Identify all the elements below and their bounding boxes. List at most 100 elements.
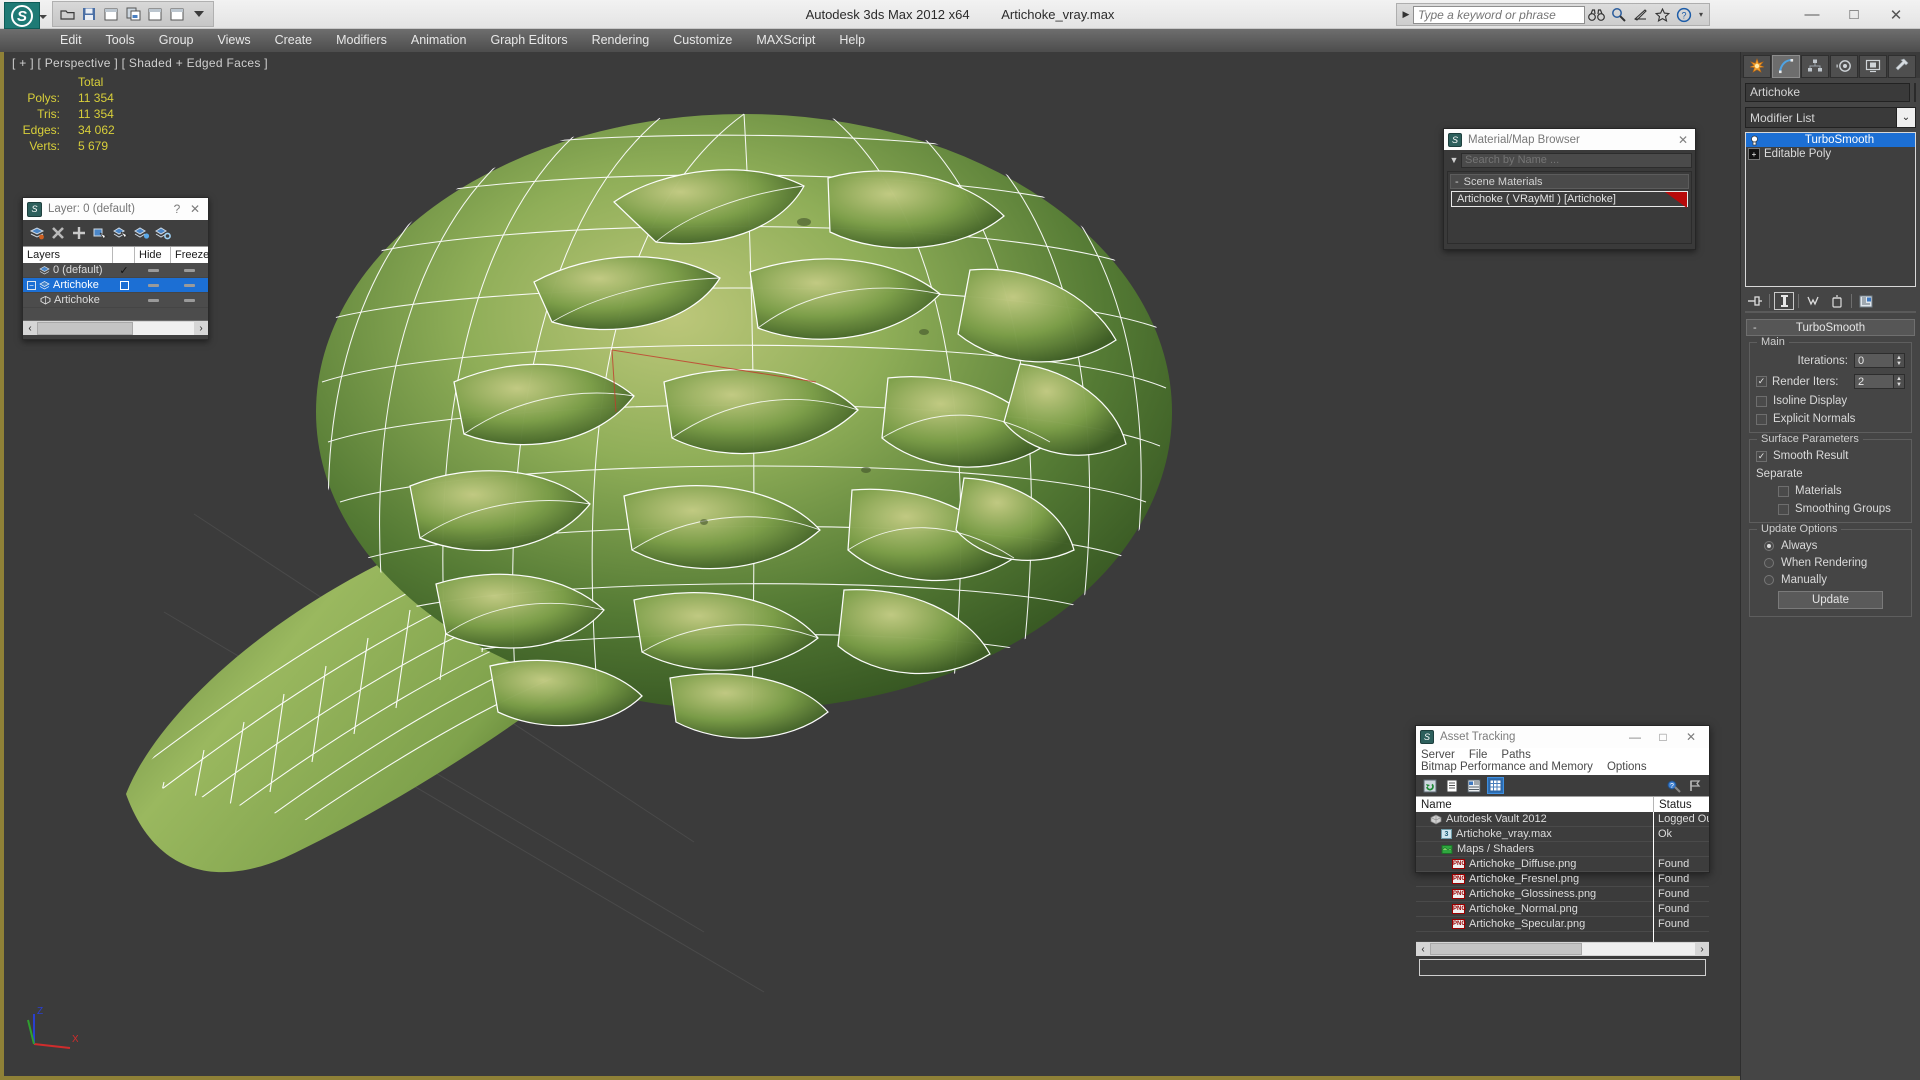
refresh-icon[interactable] bbox=[1421, 777, 1438, 794]
save-icon[interactable] bbox=[79, 4, 99, 24]
group-collapse-icon[interactable]: - bbox=[1455, 176, 1459, 188]
plus-box-icon[interactable]: + bbox=[1748, 148, 1760, 160]
layer-dialog-help-button[interactable]: ? bbox=[168, 202, 186, 216]
layer-hide-toggle[interactable] bbox=[135, 298, 171, 302]
explicit-normals-row[interactable]: Explicit Normals bbox=[1756, 413, 1905, 425]
scroll-track[interactable] bbox=[1430, 943, 1695, 955]
scroll-left-icon[interactable]: ‹ bbox=[23, 323, 37, 334]
rollout-collapse-icon[interactable]: - bbox=[1753, 322, 1757, 334]
layer-horizontal-scrollbar[interactable]: ‹ › bbox=[23, 320, 208, 335]
select-objects-icon[interactable] bbox=[91, 224, 109, 242]
menu-item-views[interactable]: Views bbox=[205, 29, 262, 52]
asset-row-diffuse[interactable]: PNG Artichoke_Diffuse.png Found bbox=[1416, 856, 1709, 872]
asset-row-glossiness[interactable]: PNG Artichoke_Glossiness.png Found bbox=[1416, 886, 1709, 902]
layer-expand-icon[interactable]: − bbox=[27, 280, 36, 290]
material-entry-artichoke[interactable]: Artichoke ( VRayMtl ) [Artichoke] bbox=[1451, 191, 1688, 208]
display-tab[interactable] bbox=[1859, 54, 1887, 78]
scroll-thumb[interactable] bbox=[37, 321, 133, 335]
spinner-buttons[interactable]: ▲ ▼ bbox=[1894, 374, 1905, 389]
update-manually-radio[interactable] bbox=[1764, 575, 1774, 585]
separate-smoothing-groups-checkbox[interactable] bbox=[1778, 503, 1789, 515]
panel1-icon[interactable] bbox=[145, 4, 165, 24]
menu-item-customize[interactable]: Customize bbox=[661, 29, 744, 52]
asset-close-button[interactable]: ✕ bbox=[1677, 730, 1705, 744]
scroll-right-icon[interactable]: › bbox=[194, 323, 208, 334]
asset-menu-file[interactable]: File bbox=[1469, 749, 1488, 761]
minimize-button[interactable]: — bbox=[1804, 6, 1820, 23]
update-manually-row[interactable]: Manually bbox=[1756, 574, 1905, 586]
turbosmooth-rollout-header[interactable]: - TurboSmooth bbox=[1746, 319, 1915, 336]
delete-layer-icon[interactable] bbox=[49, 224, 67, 242]
modifier-list-dropdown[interactable]: Modifier List ⌄ bbox=[1745, 107, 1916, 128]
satellite-dish-icon[interactable] bbox=[1629, 5, 1651, 25]
menu-item-tools[interactable]: Tools bbox=[94, 29, 147, 52]
update-button[interactable]: Update bbox=[1778, 591, 1883, 609]
highlight-selected-icon[interactable] bbox=[112, 224, 130, 242]
smooth-result-checkbox[interactable]: ✓ bbox=[1756, 450, 1767, 462]
layer-hide-toggle[interactable] bbox=[135, 283, 171, 287]
bulb-icon[interactable] bbox=[1748, 134, 1760, 146]
modifier-stack-item-editable-poly[interactable]: + Editable Poly bbox=[1746, 147, 1915, 161]
check-out-icon[interactable] bbox=[1687, 777, 1704, 794]
asset-col-status[interactable]: Status bbox=[1654, 797, 1709, 812]
separate-materials-checkbox[interactable] bbox=[1778, 485, 1789, 497]
modifier-stack-item-turbosmooth[interactable]: TurboSmooth bbox=[1746, 133, 1915, 147]
layer-hide-toggle[interactable] bbox=[135, 268, 171, 272]
favorite-star-icon[interactable] bbox=[1651, 5, 1673, 25]
configure-sets-icon[interactable] bbox=[1856, 292, 1876, 310]
help-icon[interactable]: ? bbox=[1673, 5, 1695, 25]
scene-materials-group[interactable]: - Scene Materials bbox=[1450, 174, 1689, 189]
render-iters-checkbox[interactable]: ✓ bbox=[1756, 376, 1767, 387]
maximize-button[interactable]: □ bbox=[1846, 6, 1862, 23]
isoline-display-row[interactable]: Isoline Display bbox=[1756, 395, 1905, 407]
asset-row-normal[interactable]: PNG Artichoke_Normal.png Found bbox=[1416, 901, 1709, 917]
asset-row-maps-shaders[interactable]: Maps / Shaders bbox=[1416, 841, 1709, 857]
remove-modifier-icon[interactable] bbox=[1827, 292, 1847, 310]
iterations-spinner[interactable]: ▲▼ bbox=[1854, 353, 1905, 368]
layer-settings-icon[interactable] bbox=[154, 224, 172, 242]
utilities-tab[interactable] bbox=[1888, 54, 1916, 78]
separate-smoothing-groups-row[interactable]: Smoothing Groups bbox=[1756, 503, 1905, 515]
update-when-rendering-row[interactable]: When Rendering bbox=[1756, 557, 1905, 569]
menu-item-edit[interactable]: Edit bbox=[48, 29, 94, 52]
menu-item-help[interactable]: Help bbox=[827, 29, 877, 52]
application-menu-button[interactable]: S bbox=[4, 2, 47, 29]
object-name-input[interactable] bbox=[1745, 82, 1910, 102]
menu-item-graph-editors[interactable]: Graph Editors bbox=[478, 29, 579, 52]
asset-minimize-button[interactable]: — bbox=[1621, 730, 1649, 744]
show-end-result-icon[interactable] bbox=[1774, 292, 1794, 310]
iterations-input[interactable] bbox=[1854, 353, 1894, 368]
chevron-down-icon[interactable]: ⌄ bbox=[1896, 108, 1915, 127]
layer-freeze-toggle[interactable] bbox=[171, 298, 207, 302]
layer-current-check[interactable] bbox=[113, 280, 135, 290]
add-layer-icon[interactable] bbox=[70, 224, 88, 242]
asset-col-name[interactable]: Name bbox=[1416, 797, 1654, 812]
artichoke-3d-model[interactable] bbox=[104, 82, 1284, 912]
motion-tab[interactable] bbox=[1830, 54, 1858, 78]
asset-menu-options[interactable]: Options bbox=[1607, 761, 1647, 773]
layer-dialog-close-button[interactable]: ✕ bbox=[186, 202, 204, 216]
menu-item-create[interactable]: Create bbox=[263, 29, 325, 52]
asset-menu-server[interactable]: Server bbox=[1421, 749, 1455, 761]
check-in-icon[interactable]: ? bbox=[1665, 777, 1682, 794]
layer-dialog[interactable]: S Layer: 0 (default) ? ✕ Layers Hide Fre… bbox=[22, 197, 209, 340]
make-unique-icon[interactable] bbox=[1803, 292, 1823, 310]
more-commands-icon[interactable] bbox=[189, 4, 209, 24]
asset-maximize-button[interactable]: □ bbox=[1649, 730, 1677, 744]
asset-row-fresnel[interactable]: PNG Artichoke_Fresnel.png Found bbox=[1416, 871, 1709, 887]
scroll-left-icon[interactable]: ‹ bbox=[1416, 944, 1430, 955]
modifier-stack[interactable]: TurboSmooth + Editable Poly bbox=[1745, 132, 1916, 287]
help-dropdown-icon[interactable]: ▾ bbox=[1695, 5, 1707, 25]
layer-row-default[interactable]: 0 (default) ✓ bbox=[23, 263, 208, 278]
material-browser-close-button[interactable]: ✕ bbox=[1675, 133, 1691, 147]
spinner-buttons[interactable]: ▲ ▼ bbox=[1894, 353, 1905, 368]
close-button[interactable]: ✕ bbox=[1888, 6, 1904, 24]
update-always-radio[interactable] bbox=[1764, 541, 1774, 551]
menu-item-group[interactable]: Group bbox=[147, 29, 206, 52]
menu-item-maxscript[interactable]: MAXScript bbox=[744, 29, 827, 52]
separate-materials-row[interactable]: Materials bbox=[1756, 485, 1905, 497]
update-when-rendering-radio[interactable] bbox=[1764, 558, 1774, 568]
asset-row-vault[interactable]: Autodesk Vault 2012 Logged Ou bbox=[1416, 811, 1709, 827]
search-expand-icon[interactable]: ▶ bbox=[1399, 9, 1413, 20]
redo-icon[interactable] bbox=[123, 4, 143, 24]
